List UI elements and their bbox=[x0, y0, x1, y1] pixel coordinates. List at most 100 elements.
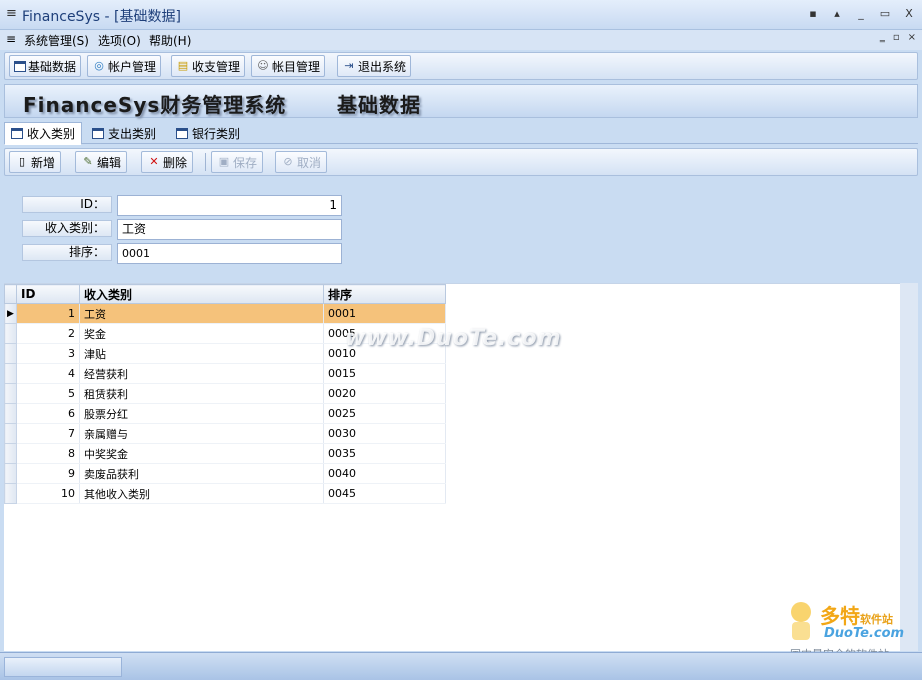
table-row[interactable]: 4 经营获利 0015 bbox=[4, 363, 446, 384]
cell-category: 经营获利 bbox=[79, 363, 324, 384]
menu-icon[interactable]: ≡ bbox=[6, 32, 16, 46]
cell-category: 股票分红 bbox=[79, 403, 324, 424]
system-menu-icon[interactable]: ≡ bbox=[6, 6, 17, 21]
order-label: 排序： bbox=[22, 244, 112, 261]
cell-order: 0040 bbox=[323, 463, 446, 484]
toolbar-basic-data-label: 基础数据 bbox=[28, 59, 77, 74]
table-row[interactable]: ▶ 1 工资 0001 bbox=[4, 303, 446, 324]
row-selector[interactable] bbox=[4, 363, 17, 384]
save-icon: ▣ bbox=[218, 155, 230, 168]
add-button[interactable]: ▯ 新增 bbox=[9, 151, 62, 173]
main-toolbar: 基础数据 ◎ 帐户管理 ▤ 收支管理 ☺ 帐目管理 ⇥ 退出系统 bbox=[4, 52, 918, 80]
edit-icon: ✎ bbox=[83, 155, 93, 168]
row-selector[interactable] bbox=[4, 423, 17, 444]
mdi-controls: ‗ ▫ × bbox=[880, 32, 916, 43]
window-pin-icon[interactable]: ▪ bbox=[806, 7, 820, 20]
edit-button-label: 编辑 bbox=[97, 155, 122, 170]
toolbar-ledger-button[interactable]: ☺ 帐目管理 bbox=[251, 55, 326, 77]
tab-income-category[interactable]: 收入类别 bbox=[4, 122, 83, 145]
cell-order: 0020 bbox=[323, 383, 446, 404]
cell-id: 7 bbox=[16, 423, 80, 444]
menu-system[interactable]: 系统管理(S) bbox=[24, 32, 89, 49]
row-selector[interactable] bbox=[4, 403, 17, 424]
cell-category: 中奖奖金 bbox=[79, 443, 324, 464]
toolbar-account-label: 帐户管理 bbox=[108, 59, 157, 74]
delete-icon: ✕ bbox=[149, 155, 159, 168]
cell-id: 6 bbox=[16, 403, 80, 424]
exit-icon: ⇥ bbox=[344, 59, 354, 72]
window-icon bbox=[14, 60, 26, 72]
category-field[interactable]: 工资 bbox=[117, 219, 342, 240]
id-field[interactable]: 1 bbox=[117, 195, 342, 216]
delete-button[interactable]: ✕ 删除 bbox=[141, 151, 194, 173]
menu-bar: ≡ 系统管理(S) 选项(O) 帮助(H) ‗ ▫ × bbox=[0, 30, 922, 50]
row-selector[interactable] bbox=[4, 463, 17, 484]
table-row[interactable]: 10 其他收入类别 0045 bbox=[4, 483, 446, 504]
toolbar-separator bbox=[205, 153, 206, 171]
mascot-icon bbox=[791, 602, 811, 640]
cancel-icon: ⊘ bbox=[283, 155, 293, 168]
menu-options[interactable]: 选项(O) bbox=[98, 32, 141, 49]
cancel-button[interactable]: ⊘ 取消 bbox=[275, 151, 328, 173]
status-bar bbox=[0, 652, 922, 680]
window-icon bbox=[176, 127, 188, 139]
cell-category: 奖金 bbox=[79, 323, 324, 344]
table-row[interactable]: 9 卖废品获利 0040 bbox=[4, 463, 446, 484]
cell-id: 5 bbox=[16, 383, 80, 404]
cell-order: 0001 bbox=[323, 303, 446, 324]
edit-button[interactable]: ✎ 编辑 bbox=[75, 151, 128, 173]
mdi-close-button[interactable]: × bbox=[908, 32, 916, 43]
page-title: 基础数据 bbox=[337, 93, 421, 117]
tab-income-category-label: 收入类别 bbox=[27, 127, 76, 141]
page-banner: FinanceSys财务管理系统 基础数据 bbox=[4, 84, 918, 118]
category-label: 收入类别： bbox=[22, 220, 112, 237]
row-selector[interactable] bbox=[4, 443, 17, 464]
row-selector[interactable] bbox=[4, 323, 17, 344]
row-selector[interactable] bbox=[4, 383, 17, 404]
new-document-icon: ▯ bbox=[18, 155, 26, 168]
tab-bank-category[interactable]: 银行类别 bbox=[170, 122, 246, 144]
table-row[interactable]: 8 中奖奖金 0035 bbox=[4, 443, 446, 464]
row-selector[interactable] bbox=[4, 483, 17, 504]
menu-help[interactable]: 帮助(H) bbox=[149, 32, 191, 49]
mdi-restore-button[interactable]: ▫ bbox=[893, 32, 900, 43]
row-selector[interactable] bbox=[4, 343, 17, 364]
cell-id: 8 bbox=[16, 443, 80, 464]
column-header-category[interactable]: 收入类别 bbox=[79, 284, 324, 304]
cell-category: 其他收入类别 bbox=[79, 483, 324, 504]
close-button[interactable]: X bbox=[902, 7, 916, 20]
maximize-button[interactable]: ▭ bbox=[878, 7, 892, 20]
tab-expense-category[interactable]: 支出类别 bbox=[86, 122, 162, 144]
cell-category: 亲属赠与 bbox=[79, 423, 324, 444]
save-button[interactable]: ▣ 保存 bbox=[211, 151, 264, 173]
toolbar-basic-data-button[interactable]: 基础数据 bbox=[9, 55, 82, 77]
table-row[interactable]: 6 股票分红 0025 bbox=[4, 403, 446, 424]
column-header-id[interactable]: ID bbox=[16, 284, 80, 304]
row-selector[interactable]: ▶ bbox=[4, 303, 17, 324]
category-tabs: 收入类别 支出类别 银行类别 bbox=[4, 120, 918, 145]
toolbar-exit-button[interactable]: ⇥ 退出系统 bbox=[337, 55, 412, 77]
window-rollup-icon[interactable]: ▴ bbox=[830, 7, 844, 20]
grid-side-panel bbox=[900, 283, 918, 651]
edit-form: ID： 1 收入类别： 工资 排序： 0001 bbox=[4, 180, 918, 280]
table-header-row: ID 收入类别 排序 bbox=[4, 284, 446, 304]
minimize-button[interactable]: _ bbox=[854, 7, 868, 20]
cell-category: 租赁获利 bbox=[79, 383, 324, 404]
table-row[interactable]: 7 亲属赠与 0030 bbox=[4, 423, 446, 444]
cell-category: 津贴 bbox=[79, 343, 324, 364]
save-button-label: 保存 bbox=[233, 155, 258, 170]
brand-url: DuoTe.com bbox=[824, 626, 905, 641]
table-row[interactable]: 5 租赁获利 0020 bbox=[4, 383, 446, 404]
order-field[interactable]: 0001 bbox=[117, 243, 342, 264]
brand-name: 多特软件站 bbox=[820, 604, 893, 628]
title-bar: ≡ FinanceSys - [基础数据] ▪ ▴ _ ▭ X bbox=[0, 0, 922, 30]
window-icon bbox=[92, 127, 104, 139]
cell-id: 10 bbox=[16, 483, 80, 504]
toolbar-income-expense-button[interactable]: ▤ 收支管理 bbox=[171, 55, 246, 77]
mdi-minimize-button[interactable]: ‗ bbox=[880, 32, 885, 43]
cell-id: 4 bbox=[16, 363, 80, 384]
column-header-order[interactable]: 排序 bbox=[323, 284, 446, 304]
toolbar-exit-label: 退出系统 bbox=[358, 59, 407, 74]
cell-id: 1 bbox=[16, 303, 80, 324]
toolbar-account-button[interactable]: ◎ 帐户管理 bbox=[87, 55, 162, 77]
